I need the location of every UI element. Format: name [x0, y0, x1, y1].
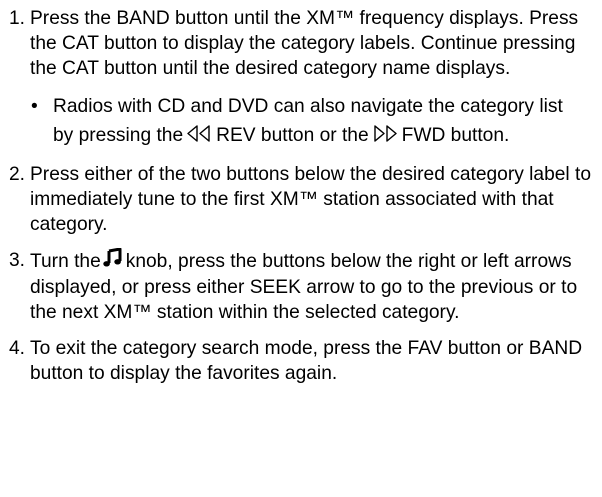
step-text: Press the BAND button until the XM™ freq… [30, 8, 579, 79]
fast-forward-double-triangle-icon [371, 122, 399, 151]
bullet-item: • Radios with CD and DVD can also naviga… [30, 92, 592, 151]
step-number: 2. [9, 164, 26, 185]
music-note-icon [103, 247, 123, 275]
step-2: 2. Press either of the two buttons below… [0, 162, 602, 237]
step-text-before: Turn the [30, 251, 101, 272]
step-3: 3. Turn the knob, press the buttons below… [0, 247, 602, 325]
step-number: 1. [9, 8, 26, 29]
step-1: 1. Press the BAND button until the XM™ f… [0, 6, 602, 151]
bullet-text-middle: REV button or the [216, 125, 369, 146]
bullet-text-after: FWD button. [401, 125, 510, 146]
step-4: 4. To exit the category search mode, pre… [0, 336, 602, 386]
step-text: To exit the category search mode, press … [30, 338, 583, 384]
instruction-list: 1. Press the BAND button until the XM™ f… [0, 6, 602, 397]
step-text: Press either of the two buttons below th… [30, 164, 592, 235]
step-number: 4. [9, 338, 26, 359]
rewind-double-triangle-icon [185, 122, 213, 151]
bullet-marker: • [31, 96, 38, 117]
step-number: 3. [9, 250, 26, 271]
